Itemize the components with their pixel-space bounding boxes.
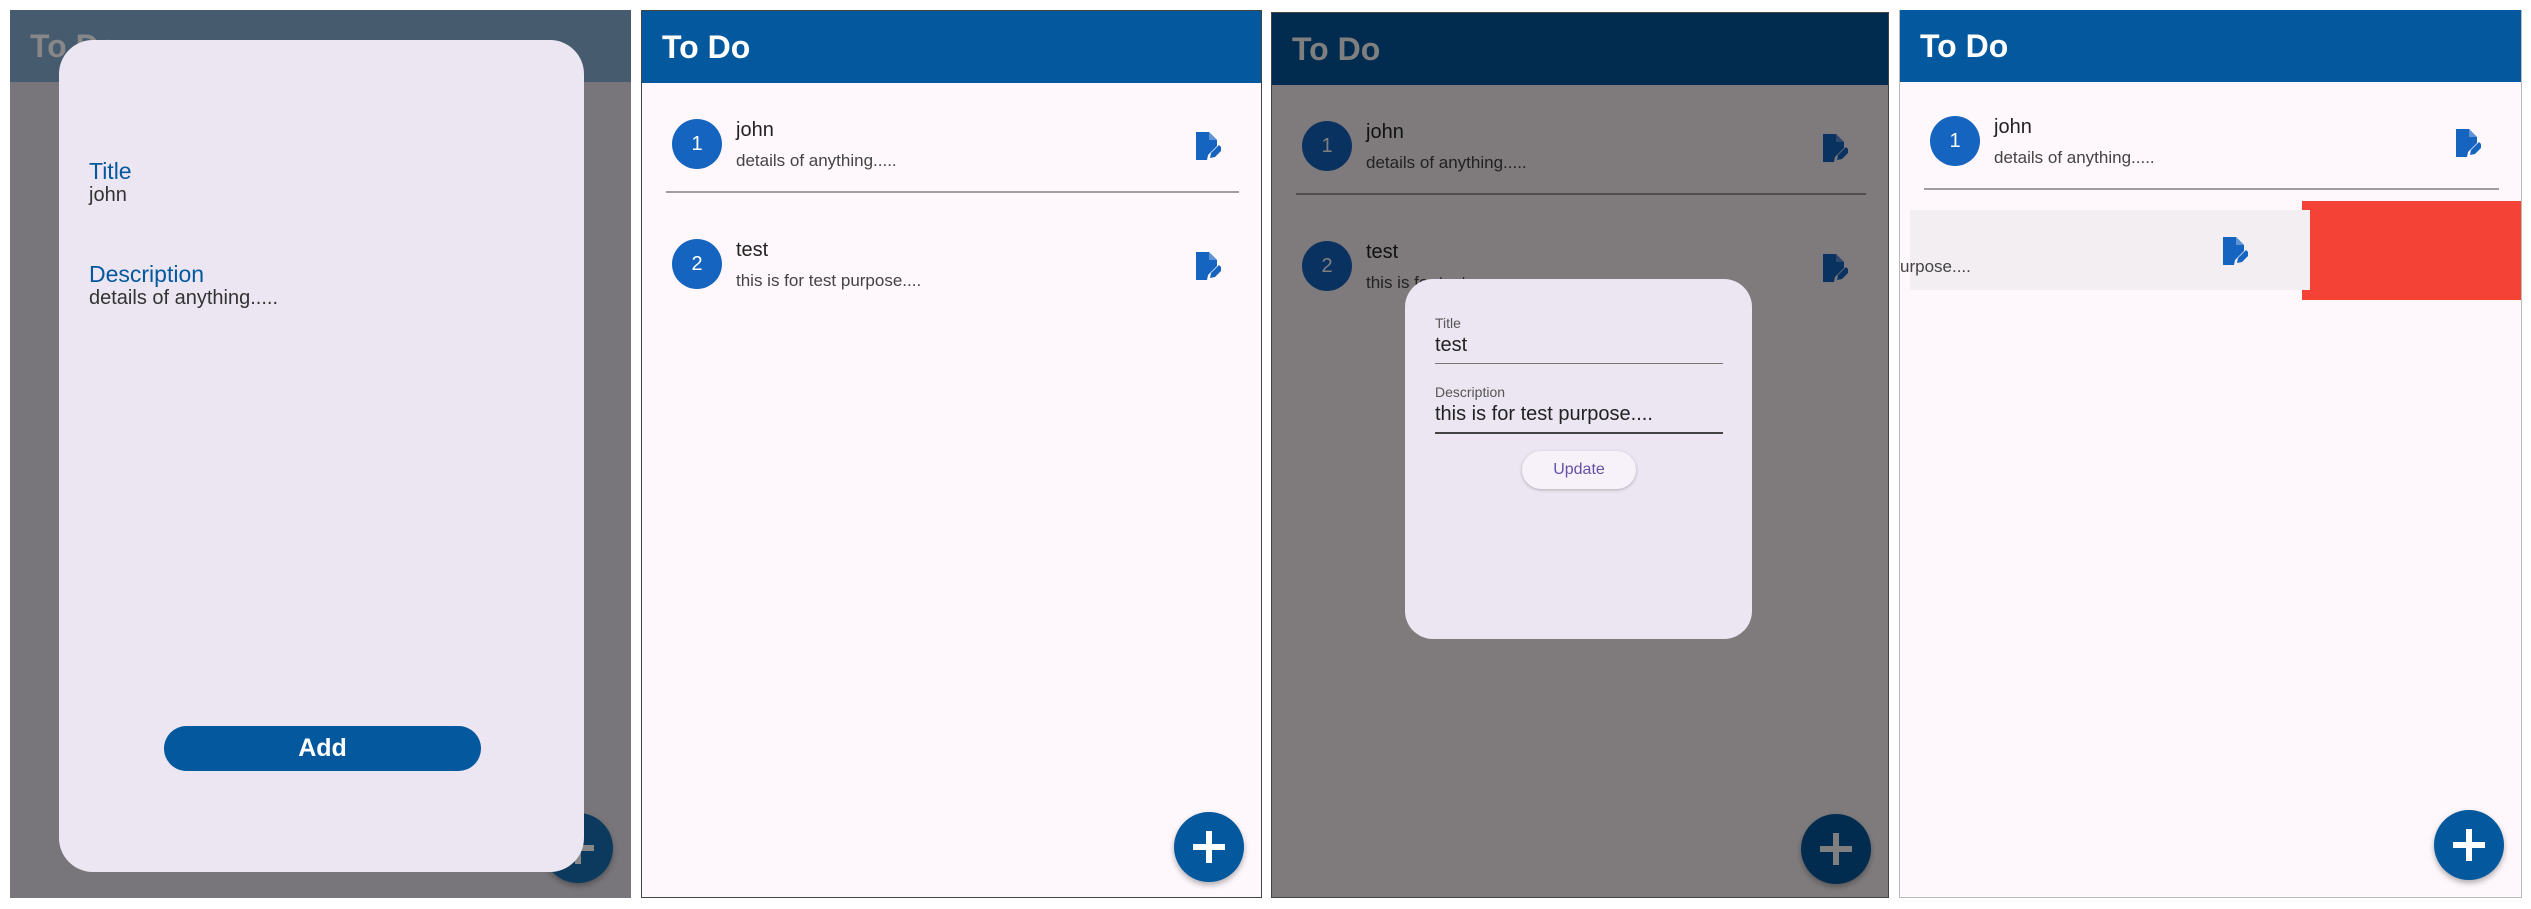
- app-bar: To Do: [1900, 10, 2521, 82]
- list-item[interactable]: 2 test this is for test purpose....: [642, 221, 1261, 309]
- divider: [666, 191, 1239, 193]
- title-underline: [1435, 363, 1723, 364]
- edit-icon[interactable]: [2453, 128, 2481, 158]
- todo-title: john: [1994, 116, 2032, 138]
- todo-description: this is for test purpose....: [736, 271, 922, 290]
- todo-description: urpose....: [1900, 257, 1971, 276]
- add-todo-sheet: Title john Description details of anythi…: [59, 40, 584, 872]
- description-label: Description: [89, 261, 205, 287]
- title-label: Title: [89, 158, 132, 184]
- title-field[interactable]: Title test: [1435, 315, 1723, 364]
- title-input[interactable]: john: [89, 184, 127, 207]
- update-button[interactable]: Update: [1522, 451, 1636, 489]
- divider: [1924, 188, 2499, 190]
- avatar: 2: [672, 239, 722, 289]
- list-item[interactable]: 1 john details of anything.....: [1900, 98, 2521, 186]
- add-icon: [2453, 829, 2485, 861]
- swiped-list-item[interactable]: urpose....: [1900, 210, 2310, 290]
- add-icon: [1193, 831, 1225, 863]
- add-button[interactable]: Add: [164, 726, 481, 771]
- title-input[interactable]: test: [1435, 334, 1723, 363]
- todo-list-screen: To Do 1 john details of anything..... 2 …: [641, 10, 1262, 898]
- swipe-delete-screen: To Do 1 john details of anything..... ur…: [1899, 10, 2522, 898]
- app-title: To Do: [662, 29, 751, 65]
- add-todo-screen: To Do Title john Description details of …: [10, 10, 631, 898]
- description-input[interactable]: details of anything.....: [89, 287, 278, 310]
- avatar: 1: [1930, 116, 1980, 166]
- edit-icon[interactable]: [1193, 131, 1221, 161]
- description-label: Description: [1435, 384, 1506, 400]
- app-title: To Do: [1920, 28, 2009, 64]
- title-label: Title: [1435, 315, 1461, 331]
- edit-dialog: Title test Description this is for test …: [1405, 279, 1752, 639]
- add-fab[interactable]: [1174, 812, 1244, 882]
- app-bar: To Do: [642, 11, 1261, 83]
- delete-background: [2302, 201, 2521, 300]
- avatar: 1: [672, 119, 722, 169]
- description-input[interactable]: this is for test purpose....: [1435, 403, 1723, 432]
- edit-icon[interactable]: [1193, 251, 1221, 281]
- todo-title: test: [736, 239, 769, 261]
- edit-icon[interactable]: [2220, 236, 2248, 266]
- todo-description: details of anything.....: [1994, 148, 2155, 167]
- description-field[interactable]: Description this is for test purpose....: [1435, 384, 1723, 434]
- todo-title: john: [736, 119, 774, 141]
- list-item[interactable]: 1 john details of anything.....: [642, 101, 1261, 189]
- todo-description: details of anything.....: [736, 151, 897, 170]
- add-fab[interactable]: [2434, 810, 2504, 880]
- description-underline: [1435, 432, 1723, 434]
- edit-todo-screen: To Do 1 john details of anything..... 2 …: [1271, 12, 1889, 898]
